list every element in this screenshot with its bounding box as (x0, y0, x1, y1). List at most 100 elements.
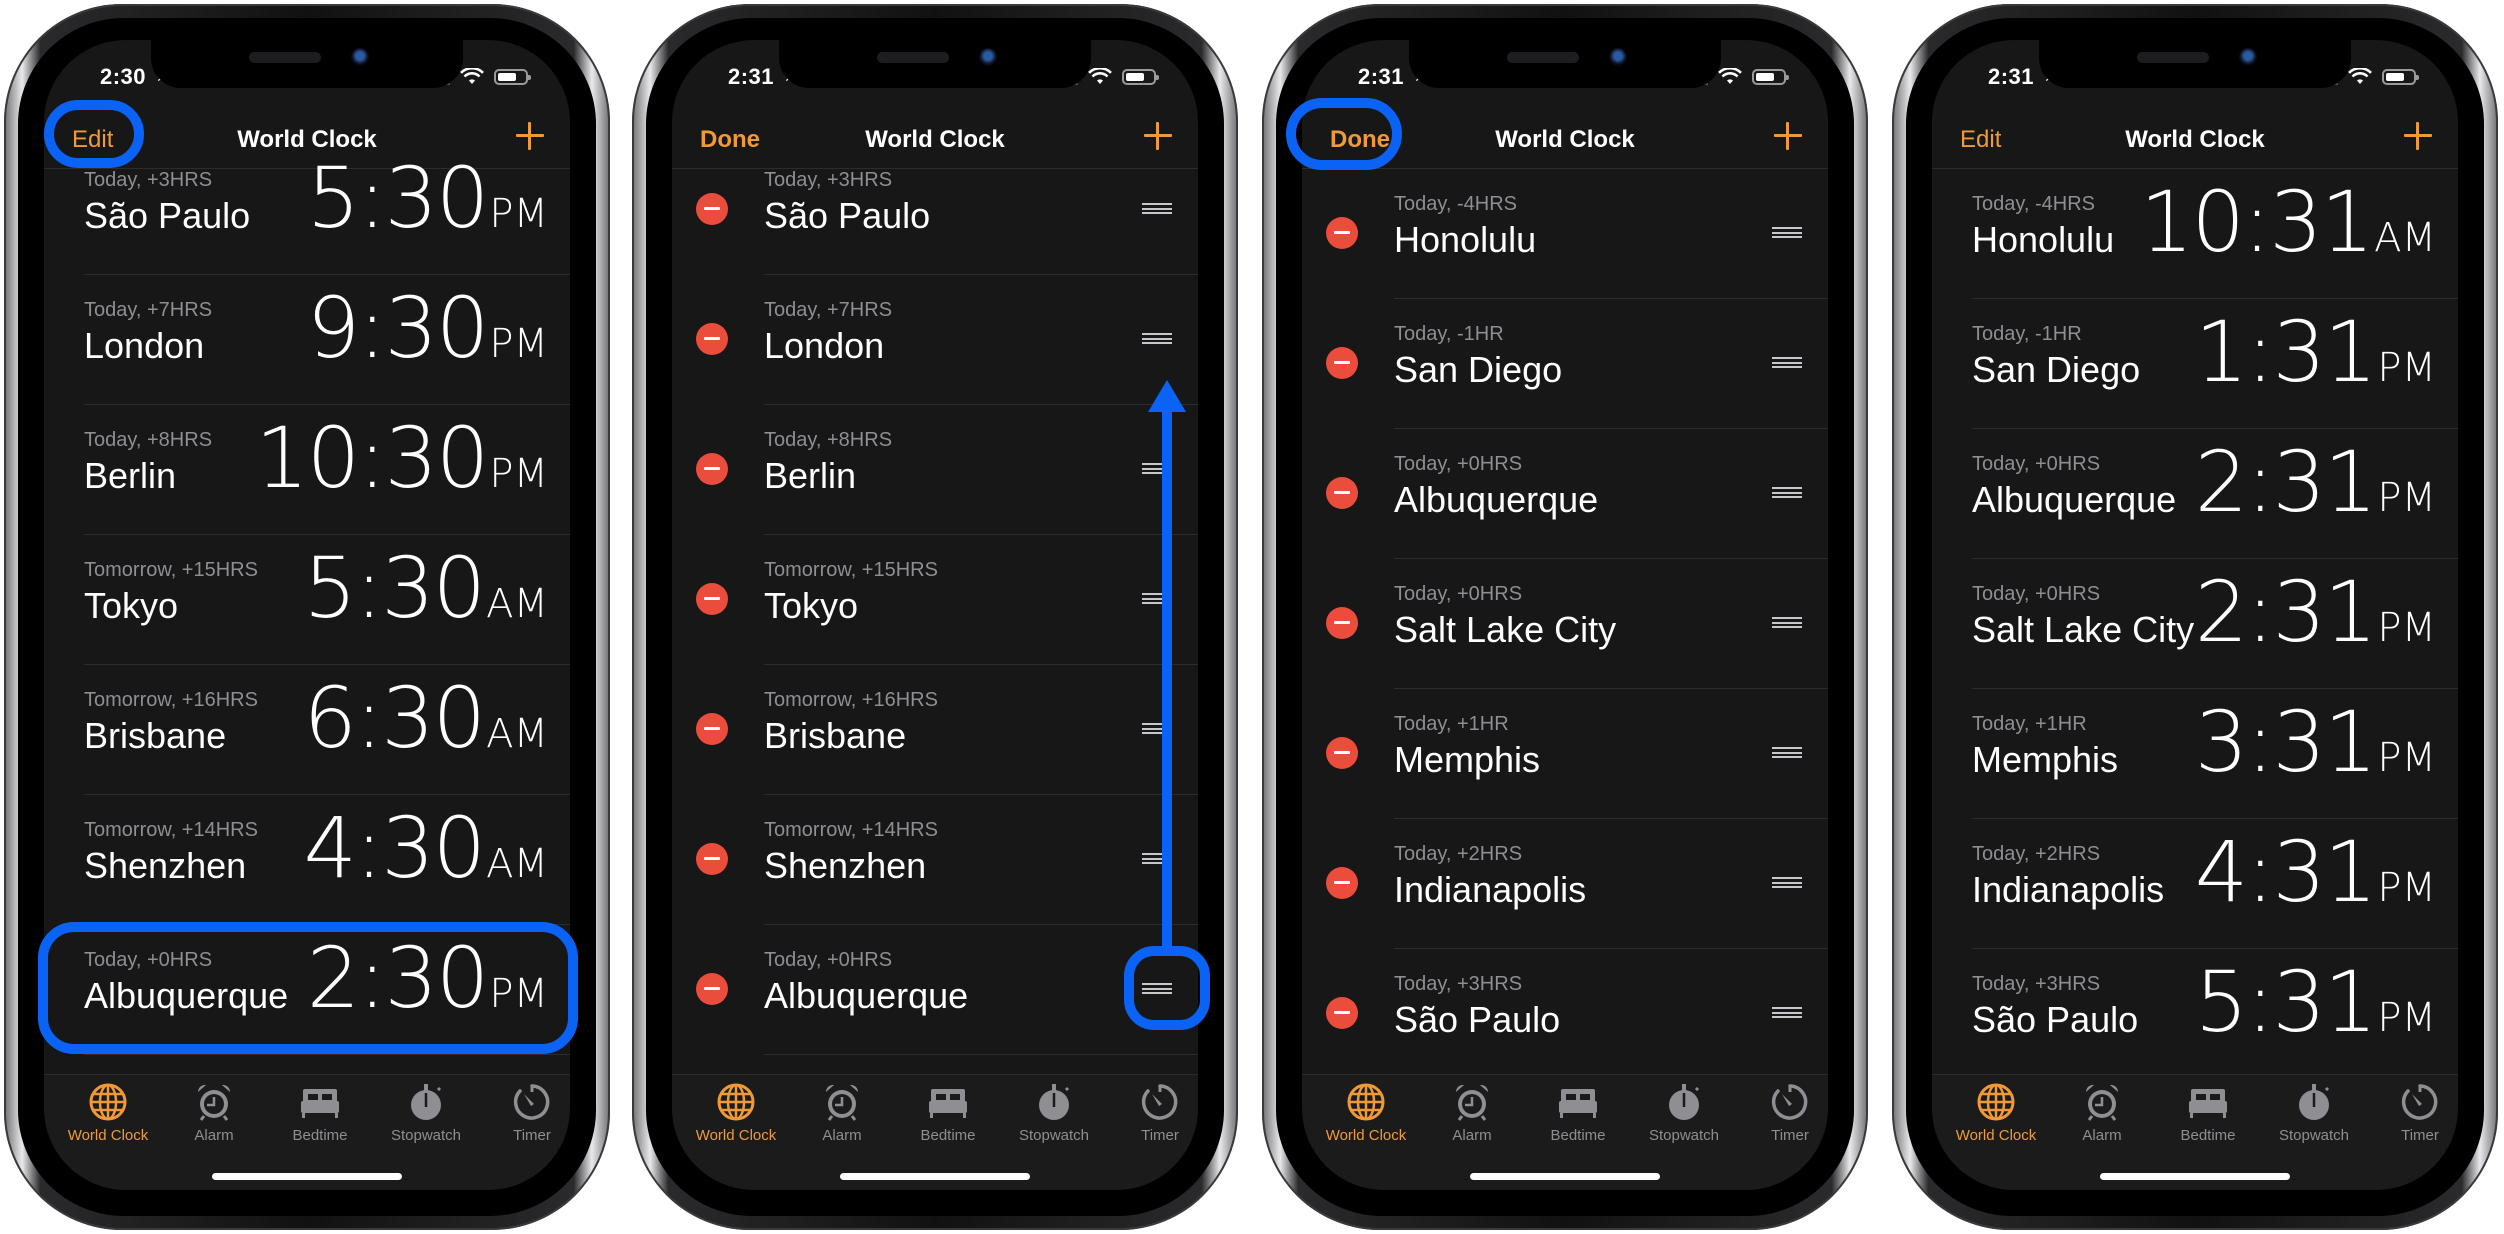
delete-city-button[interactable] (696, 843, 728, 875)
city-row[interactable]: Today, -1HR San Diego 1:31PM (1932, 299, 2458, 429)
tab-alarm[interactable]: Alarm (792, 1081, 892, 1144)
delete-city-button[interactable] (1326, 997, 1358, 1029)
city-row[interactable]: Today, +1HR Memphis (1302, 689, 1828, 819)
city-row[interactable]: Today, +3HRS São Paulo 5:31PM (1932, 949, 2458, 1079)
tab-stopwatch[interactable]: Stopwatch (2264, 1081, 2364, 1144)
tab-world-clock[interactable]: World Clock (58, 1081, 158, 1144)
add-city-button[interactable] (1772, 120, 1802, 150)
city-row[interactable]: Tomorrow, +15HRS Tokyo 5:30AM (44, 535, 570, 665)
city-row[interactable]: Tomorrow, +16HRS Brisbane (672, 665, 1198, 795)
tab-bedtime[interactable]: Bedtime (270, 1081, 370, 1144)
tab-bar: World Clock Alarm Bedtime Stopwatch Timer (1302, 1074, 1828, 1190)
delete-city-button[interactable] (696, 973, 728, 1005)
city-row[interactable]: Today, -1HR San Diego (1302, 299, 1828, 429)
delete-city-button[interactable] (1326, 347, 1358, 379)
delete-city-button[interactable] (696, 453, 728, 485)
tab-label: Bedtime (920, 1127, 976, 1144)
am-pm-label: PM (2377, 865, 2436, 911)
reorder-handle-icon[interactable] (1772, 227, 1802, 238)
city-row[interactable]: Today, +1HR Memphis 3:31PM (1932, 689, 2458, 819)
reorder-handle-icon[interactable] (1142, 333, 1172, 344)
tab-label: World Clock (1955, 1127, 2037, 1144)
delete-city-button[interactable] (1326, 607, 1358, 639)
delete-city-button[interactable] (696, 323, 728, 355)
city-row[interactable]: Tomorrow, +14HRS Shenzhen (672, 795, 1198, 925)
tab-timer[interactable]: Timer (482, 1081, 570, 1144)
am-pm-label: AM (486, 711, 548, 757)
delete-city-button[interactable] (696, 713, 728, 745)
time-offset-label: Tomorrow, +16HRS (84, 689, 258, 711)
reorder-handle-icon[interactable] (1142, 203, 1172, 214)
tab-label: Timer (2401, 1127, 2439, 1144)
delete-city-button[interactable] (1326, 867, 1358, 899)
home-indicator[interactable] (2100, 1173, 2290, 1180)
reorder-handle-icon[interactable] (1772, 1007, 1802, 1018)
city-row[interactable]: Tomorrow, +16HRS Brisbane 6:30AM (44, 665, 570, 795)
home-indicator[interactable] (840, 1173, 1030, 1180)
tab-alarm[interactable]: Alarm (2052, 1081, 2152, 1144)
home-indicator[interactable] (212, 1173, 402, 1180)
city-row[interactable]: Today, +0HRS Albuquerque 2:31PM (1932, 429, 2458, 559)
city-list: Today, +3HRS São Paulo Today, +7HRS London T… (672, 145, 1198, 1055)
tab-alarm[interactable]: Alarm (1422, 1081, 1522, 1144)
am-pm-label: PM (489, 451, 548, 497)
tab-world-clock[interactable]: World Clock (1316, 1081, 1416, 1144)
city-row[interactable]: Today, -4HRS Honolulu 10:31AM (1932, 169, 2458, 299)
time-offset-label: Today, +0HRS (1972, 583, 2101, 605)
city-row[interactable]: Tomorrow, +14HRS Shenzhen 4:30AM (44, 795, 570, 925)
city-row[interactable]: Today, +2HRS Indianapolis 4:31PM (1932, 819, 2458, 949)
iphone-4: 2:31 ➤ Edit World Clock Today, -4HRSHono… (1892, 4, 2498, 1230)
reorder-handle-icon[interactable] (1772, 487, 1802, 498)
city-row[interactable]: Today, +0HRS Salt Lake City (1302, 559, 1828, 689)
delete-city-button[interactable] (1326, 217, 1358, 249)
tab-stopwatch[interactable]: Stopwatch (1634, 1081, 1734, 1144)
city-time: 5:30AM (303, 539, 548, 637)
tab-stopwatch[interactable]: Stopwatch (1004, 1081, 1104, 1144)
city-row[interactable]: Today, +3HRS São Paulo (1302, 949, 1828, 1079)
city-time: 10:31AM (2140, 173, 2436, 271)
city-row[interactable]: Tomorrow, +15HRS Tokyo (672, 535, 1198, 665)
timer-icon (511, 1081, 553, 1123)
reorder-handle-icon[interactable] (1772, 877, 1802, 888)
tab-bedtime[interactable]: Bedtime (898, 1081, 998, 1144)
city-name: San Diego (1972, 349, 2141, 390)
time-offset-label: Today, -4HRS (1972, 193, 2096, 215)
reorder-handle-icon[interactable] (1772, 747, 1802, 758)
delete-city-button[interactable] (1326, 477, 1358, 509)
time-offset-label: Tomorrow, +14HRS (84, 819, 258, 841)
home-indicator[interactable] (1470, 1173, 1660, 1180)
city-row[interactable]: Today, +0HRS Albuquerque (1302, 429, 1828, 559)
tab-timer[interactable]: Timer (2370, 1081, 2458, 1144)
city-name: Indianapolis (1972, 869, 2165, 910)
tab-world-clock[interactable]: World Clock (1946, 1081, 2046, 1144)
reorder-handle-icon[interactable] (1772, 357, 1802, 368)
tab-bedtime[interactable]: Bedtime (2158, 1081, 2258, 1144)
city-row[interactable]: Today, +7HRS London 9:30PM (44, 275, 570, 405)
timer-icon (1139, 1081, 1181, 1123)
delete-city-button[interactable] (1326, 737, 1358, 769)
tab-alarm[interactable]: Alarm (164, 1081, 264, 1144)
am-pm-label: PM (2377, 605, 2436, 651)
reorder-handle-icon[interactable] (1772, 617, 1802, 628)
done-button-highlight (1286, 98, 1402, 170)
tab-bedtime[interactable]: Bedtime (1528, 1081, 1628, 1144)
city-row[interactable]: Today, +8HRS Berlin 10:30PM (44, 405, 570, 535)
city-name: Tokyo (84, 585, 179, 626)
city-row[interactable]: Today, +2HRS Indianapolis (1302, 819, 1828, 949)
tab-timer[interactable]: Timer (1110, 1081, 1198, 1144)
city-row[interactable]: Today, +3HRS São Paulo (672, 145, 1198, 275)
tab-world-clock[interactable]: World Clock (686, 1081, 786, 1144)
delete-city-button[interactable] (696, 193, 728, 225)
city-row[interactable]: Today, +8HRS Berlin (672, 405, 1198, 535)
add-city-button[interactable] (2402, 120, 2432, 150)
city-row[interactable]: Today, +7HRS London (672, 275, 1198, 405)
tab-stopwatch[interactable]: Stopwatch (376, 1081, 476, 1144)
tab-label: World Clock (695, 1127, 777, 1144)
city-row[interactable]: Today, -4HRS Honolulu (1302, 169, 1828, 299)
city-row[interactable]: Today, +0HRS Albuquerque (672, 925, 1198, 1055)
delete-city-button[interactable] (696, 583, 728, 615)
front-camera (979, 48, 997, 66)
tab-timer[interactable]: Timer (1740, 1081, 1828, 1144)
tab-label: Alarm (822, 1127, 862, 1144)
city-row[interactable]: Today, +0HRS Salt Lake City 2:31PM (1932, 559, 2458, 689)
